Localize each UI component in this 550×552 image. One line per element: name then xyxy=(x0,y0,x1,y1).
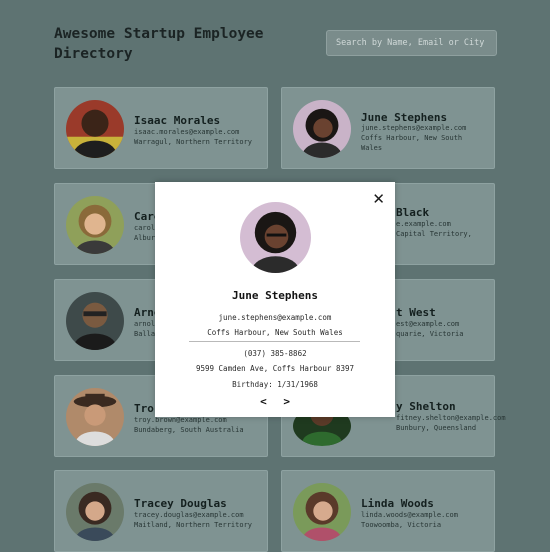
prev-button[interactable]: < xyxy=(255,395,272,408)
avatar xyxy=(66,388,124,446)
employee-email: isaac.morales@example.com xyxy=(134,128,240,136)
employee-email: fitney.shelton@example.com xyxy=(396,414,506,422)
employee-email: june.stephens@example.com xyxy=(361,124,467,132)
employee-email: arnol xyxy=(134,320,156,328)
employee-modal: ✕ June Stephens june.stephens@example.co… xyxy=(155,182,395,417)
modal-divider xyxy=(189,341,360,342)
modal-phone: (037) 385-8862 xyxy=(243,349,307,358)
employee-name: June Stephens xyxy=(361,111,448,124)
close-icon[interactable]: ✕ xyxy=(372,190,385,208)
avatar xyxy=(66,292,124,350)
avatar xyxy=(293,100,351,158)
employee-email: est@example.com xyxy=(396,320,460,328)
employee-location: Toowoomba, Victoria xyxy=(361,521,442,529)
avatar xyxy=(66,196,124,254)
avatar xyxy=(293,483,351,541)
employee-name: t West xyxy=(396,306,436,319)
modal-nav: < > xyxy=(155,395,395,408)
employee-name: Black xyxy=(396,206,430,219)
search-input[interactable] xyxy=(326,30,497,56)
modal-avatar xyxy=(240,202,311,273)
employee-card[interactable]: Isaac Morales isaac.morales@example.com … xyxy=(54,87,268,169)
employee-card[interactable]: Tracey Douglas tracey.douglas@example.co… xyxy=(54,470,268,552)
employee-email: carol xyxy=(134,224,156,232)
employee-email: troy.brown@example.com xyxy=(134,416,227,424)
employee-location: Balla xyxy=(134,330,156,338)
modal-email: june.stephens@example.com xyxy=(218,313,332,322)
modal-birthday: Birthday: 1/31/1968 xyxy=(232,380,318,389)
employee-name: Isaac Morales xyxy=(134,114,221,127)
employee-name: Linda Woods xyxy=(361,497,434,510)
employee-location: Bundaberg, South Australia xyxy=(134,426,244,434)
employee-email: linda.woods@example.com xyxy=(361,511,458,519)
employee-email: tracey.douglas@example.com xyxy=(134,511,244,519)
employee-location: Coffs Harbour, New South Wales xyxy=(361,134,463,152)
employee-card[interactable]: June Stephens june.stephens@example.com … xyxy=(281,87,495,169)
employee-name: Tro xyxy=(134,402,154,415)
avatar xyxy=(66,483,124,541)
employee-location: Maitland, Northern Territory xyxy=(134,521,253,529)
employee-location: Bunbury, Queensland xyxy=(396,424,477,432)
page-title: Awesome Startup Employee Directory xyxy=(54,26,264,62)
employee-name: Tracey Douglas xyxy=(134,497,227,510)
next-button[interactable]: > xyxy=(278,395,295,408)
employee-location: Warragul, Northern Territory xyxy=(134,138,253,146)
modal-address: 9599 Camden Ave, Coffs Harbour 8397 xyxy=(195,364,355,373)
employee-card[interactable]: Linda Woods linda.woods@example.com Toow… xyxy=(281,470,495,552)
employee-email: e.example.com xyxy=(396,220,451,228)
avatar xyxy=(66,100,124,158)
employee-location: quarie, Victoria xyxy=(396,330,464,338)
employee-location: Albur xyxy=(134,234,156,242)
modal-name: June Stephens xyxy=(231,289,319,302)
modal-location: Coffs Harbour, New South Wales xyxy=(207,328,343,337)
employee-location: Capital Territory, xyxy=(396,230,472,238)
employee-name: y Shelton xyxy=(396,400,456,413)
